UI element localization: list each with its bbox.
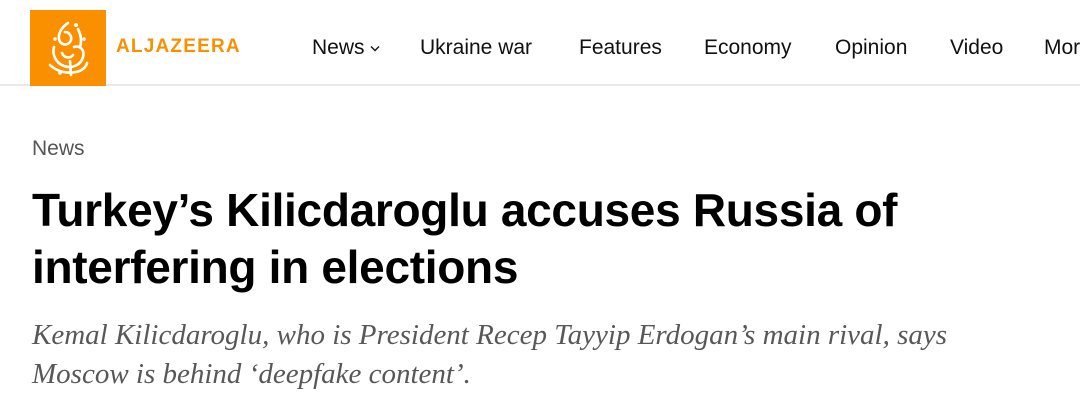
brand-wordmark[interactable]: ALJAZEERA bbox=[116, 36, 241, 58]
article-section-label[interactable]: News bbox=[32, 137, 85, 161]
nav-item-ukraine-war[interactable]: Ukraine war bbox=[420, 36, 532, 60]
aljazeera-calligraphy-logo-icon bbox=[48, 21, 89, 77]
article-headline: Turkey’s Kilicdaroglu accuses Russia of … bbox=[32, 184, 898, 293]
chevron-down-icon bbox=[370, 45, 380, 52]
article-standfirst: Kemal Kilicdaroglu, who is President Rec… bbox=[32, 319, 948, 390]
nav-item-label: News bbox=[312, 36, 365, 59]
nav-item-features[interactable]: Features bbox=[579, 36, 662, 60]
nav-item-opinion[interactable]: Opinion bbox=[835, 36, 907, 60]
site-header: ALJAZEERA News Ukraine war Features Econ… bbox=[0, 10, 1080, 86]
nav-item-video[interactable]: Video bbox=[950, 36, 1003, 60]
nav-item-more[interactable]: Mor bbox=[1044, 36, 1080, 60]
nav-item-economy[interactable]: Economy bbox=[704, 36, 792, 60]
nav-item-news[interactable]: News bbox=[312, 36, 380, 60]
aljazeera-logo[interactable] bbox=[30, 10, 106, 86]
